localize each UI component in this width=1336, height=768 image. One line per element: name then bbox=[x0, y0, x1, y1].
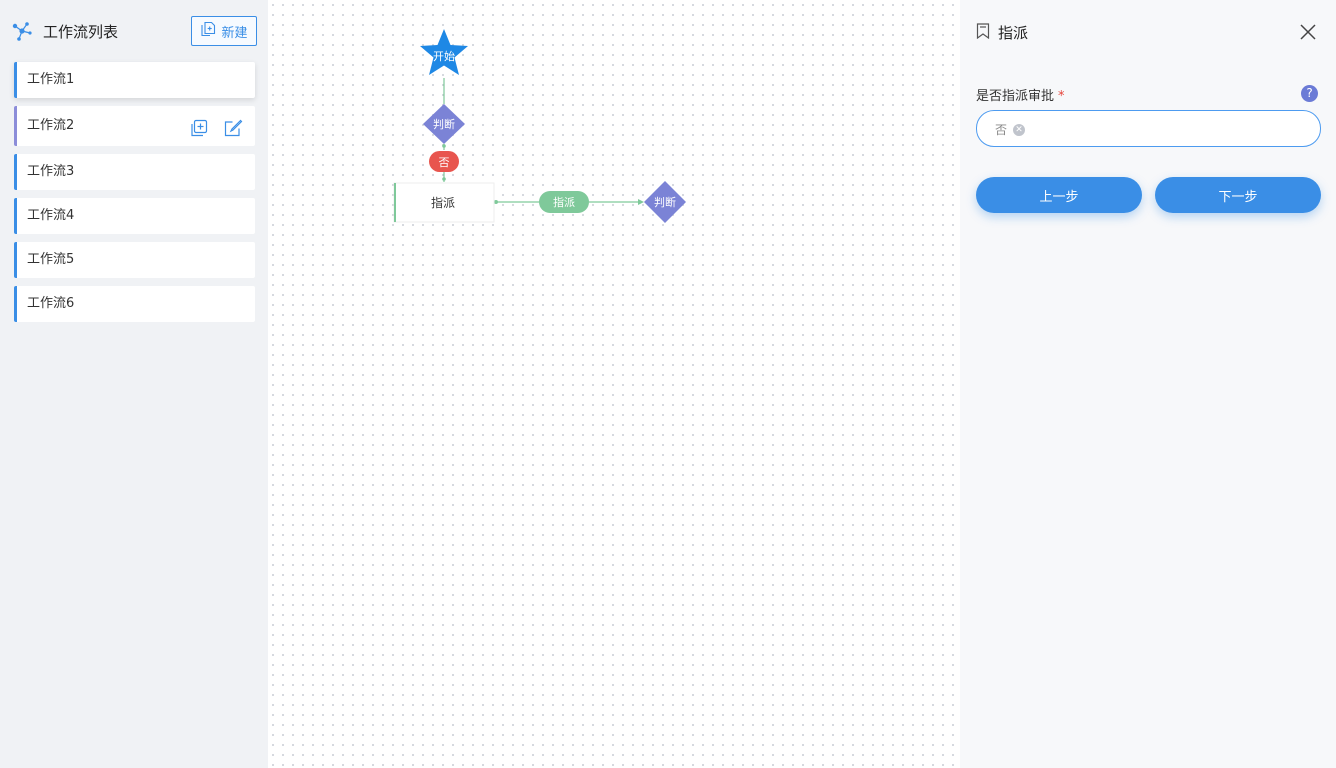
start-node-label: 开始 bbox=[433, 49, 455, 63]
network-icon bbox=[9, 20, 33, 44]
new-workflow-button[interactable]: 新建 bbox=[191, 16, 257, 46]
edit-icon[interactable] bbox=[223, 115, 243, 137]
close-icon[interactable] bbox=[1298, 22, 1318, 42]
no-condition-badge[interactable]: 否 bbox=[429, 151, 459, 172]
workflow-item-6[interactable]: 工作流6 bbox=[14, 286, 255, 322]
judge-node-1[interactable]: 判断 bbox=[423, 104, 465, 144]
assign-node[interactable]: 指派 bbox=[393, 182, 495, 223]
judge-node-2[interactable]: 判断 bbox=[644, 181, 686, 223]
edge-arrow bbox=[638, 199, 644, 205]
workflow-item-5[interactable]: 工作流5 bbox=[14, 242, 255, 278]
judge-node-label: 判断 bbox=[433, 117, 455, 131]
selected-tag: 否 ✕ bbox=[995, 121, 1026, 138]
workflow-item-label: 工作流3 bbox=[27, 164, 75, 179]
workflow-item-label: 工作流4 bbox=[27, 208, 75, 223]
workflow-list: 工作流1 工作流2 工作流3 工作流4 工作流5 工作流6 bbox=[14, 62, 255, 330]
judge-node-label: 判断 bbox=[654, 195, 676, 209]
field-label-text: 是否指派审批 bbox=[976, 89, 1055, 104]
assign-node-label: 指派 bbox=[431, 195, 455, 210]
workflow-item-label: 工作流2 bbox=[27, 118, 75, 133]
flow-diagram: 开始 判断 否 指派 指派 判断 bbox=[393, 29, 686, 223]
workflow-item-4[interactable]: 工作流4 bbox=[14, 198, 255, 234]
edge-dot bbox=[442, 177, 446, 181]
previous-step-button[interactable]: 上一步 bbox=[976, 177, 1142, 213]
copy-icon[interactable] bbox=[189, 115, 209, 137]
required-mark: * bbox=[1058, 89, 1065, 104]
next-step-button[interactable]: 下一步 bbox=[1155, 177, 1321, 213]
new-button-label: 新建 bbox=[221, 25, 248, 41]
property-panel: 指派 是否指派审批 * ? 否 ✕ 上一步 下一步 bbox=[960, 0, 1336, 768]
help-icon[interactable]: ? bbox=[1301, 85, 1318, 102]
sidebar-header: 工作流列表 新建 bbox=[0, 0, 268, 62]
edge-label-text: 指派 bbox=[553, 195, 575, 209]
flow-canvas[interactable]: 开始 判断 否 指派 指派 判断 bbox=[268, 0, 960, 768]
workflow-sidebar: 工作流列表 新建 工作流1 工作流2 工作流3 工作流4 工作流5 工作流6 bbox=[0, 0, 268, 768]
workflow-item-actions bbox=[189, 115, 243, 137]
workflow-item-label: 工作流5 bbox=[27, 252, 75, 267]
panel-title: 指派 bbox=[998, 24, 1029, 42]
start-node[interactable]: 开始 bbox=[420, 29, 468, 75]
edge-dot bbox=[494, 200, 498, 204]
workflow-item-1[interactable]: 工作流1 bbox=[14, 62, 255, 98]
new-file-icon bbox=[200, 21, 216, 41]
workflow-item-2[interactable]: 工作流2 bbox=[14, 106, 255, 146]
assign-approval-select[interactable]: 否 ✕ bbox=[976, 110, 1321, 147]
workflow-item-label: 工作流1 bbox=[27, 72, 75, 87]
clear-tag-icon[interactable]: ✕ bbox=[1013, 123, 1026, 136]
no-badge-label: 否 bbox=[439, 156, 450, 169]
workflow-item-label: 工作流6 bbox=[27, 296, 75, 311]
selected-tag-label: 否 bbox=[995, 123, 1008, 137]
workflow-item-3[interactable]: 工作流3 bbox=[14, 154, 255, 190]
bookmark-icon bbox=[976, 22, 990, 43]
edge-dot bbox=[442, 144, 446, 148]
assign-approval-label: 是否指派审批 * bbox=[976, 85, 1065, 104]
sidebar-title: 工作流列表 bbox=[43, 23, 119, 41]
panel-header: 指派 bbox=[976, 22, 1028, 43]
assign-edge-label[interactable]: 指派 bbox=[539, 191, 589, 213]
